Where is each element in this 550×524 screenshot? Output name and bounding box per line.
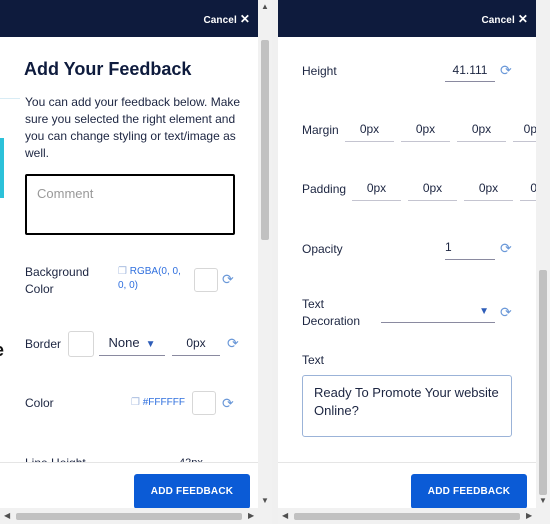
text-label: Text [302,353,325,367]
text-decoration-label: Text Decoration [302,296,360,330]
cancel-button[interactable]: Cancel ✕ [203,12,250,26]
background-color-label: Background Color [25,264,89,298]
text-decoration-label-line1: Text [302,297,325,311]
border-label: Border [25,337,62,351]
text-decoration-select[interactable]: ▼ [381,302,495,323]
padding-top-input[interactable]: 0px [352,180,401,201]
horizontal-scrollbar[interactable]: ◀ ▶ [0,508,272,524]
scroll-up-icon[interactable]: ▲ [261,2,269,11]
reset-icon[interactable]: ⟳ [500,62,512,79]
margin-right-input[interactable]: 0px [401,121,450,142]
scrollbar-thumb[interactable] [294,513,520,520]
scrollbar-thumb[interactable] [539,270,547,495]
scroll-left-icon[interactable]: ◀ [4,511,10,520]
padding-bottom-input[interactable]: 0px [464,180,513,201]
reset-icon[interactable]: ⟳ [227,335,239,352]
padding-label: Padding [302,182,347,196]
text-content-textarea[interactable]: Ready To Promote Your website Online? [302,375,512,437]
close-icon: ✕ [239,12,250,26]
footer: ADD FEEDBACK [278,462,536,509]
add-feedback-button[interactable]: ADD FEEDBACK [134,474,250,509]
background-accent [0,138,4,198]
background-color-text: RGBA(0, 0, 0, 0) [118,266,181,291]
background-line [0,98,20,99]
background-color-value[interactable]: ❐ RGBA(0, 0, 0, 0) [118,265,188,293]
vertical-scrollbar[interactable]: ▼ [536,0,550,508]
comment-textarea[interactable]: Comment [25,174,235,235]
color-label: Color [25,396,54,410]
background-color-label-line2: Color [25,282,54,296]
reset-icon[interactable]: ⟳ [500,304,512,321]
background-text-fragment: e [0,340,4,361]
comment-placeholder: Comment [37,186,94,201]
page-title: Add Your Feedback [24,59,192,79]
scrollbar-thumb[interactable] [261,40,269,240]
opacity-label: Opacity [302,242,343,256]
border-style-value: None [108,335,140,350]
cancel-label: Cancel [203,15,237,26]
color-value[interactable]: ❐ #FFFFFF [131,396,185,410]
copy-icon: ❐ [118,266,127,277]
color-swatch[interactable] [192,391,216,415]
border-style-select[interactable]: None ▼ [99,334,165,356]
border-color-swatch[interactable] [68,331,94,357]
scroll-down-icon[interactable]: ▼ [261,496,269,505]
cancel-button[interactable]: Cancel ✕ [481,12,528,26]
scroll-left-icon[interactable]: ◀ [282,511,288,520]
reset-icon[interactable]: ⟳ [500,240,512,257]
text-decoration-label-line2: Decoration [302,314,361,328]
close-icon: ✕ [517,12,528,26]
scrollbar-thumb[interactable] [16,513,242,520]
margin-bottom-input[interactable]: 0px [457,121,506,142]
description-text: You can add your feedback below. Make su… [25,95,241,160]
background-color-swatch[interactable] [194,268,218,292]
scroll-down-icon[interactable]: ▼ [539,496,547,505]
scroll-right-icon[interactable]: ▶ [526,511,532,520]
background-color-label-line1: Background [25,265,90,279]
cancel-label: Cancel [481,15,515,26]
margin-top-input[interactable]: 0px [345,121,394,142]
chevron-down-icon: ▼ [479,306,489,317]
header-bar: Cancel ✕ [278,0,550,37]
margin-left-input[interactable]: 0p [513,121,537,142]
scroll-right-icon[interactable]: ▶ [248,511,254,520]
color-text: #FFFFFF [142,397,185,408]
vertical-scrollbar[interactable]: ▲ ▼ [258,0,272,508]
add-feedback-button[interactable]: ADD FEEDBACK [411,474,527,509]
feedback-panel-left: Cancel✕ e Add Your Feedback You can add … [0,0,272,524]
margin-label: Margin [302,123,339,137]
copy-icon: ❐ [131,397,140,408]
reset-icon[interactable]: ⟳ [222,395,234,412]
chevron-down-icon: ▼ [145,339,156,350]
height-label: Height [302,64,337,78]
footer: ADD FEEDBACK [0,462,258,509]
border-width-input[interactable]: 0px [172,334,220,356]
horizontal-scrollbar[interactable]: ◀ ▶ [278,508,550,524]
header-bar: Cancel ✕ [0,0,272,37]
padding-right-input[interactable]: 0px [408,180,457,201]
reset-icon[interactable]: ⟳ [222,271,234,288]
height-input[interactable]: 41.111 [445,62,495,82]
padding-left-input[interactable]: 0 [520,180,537,201]
opacity-input[interactable]: 1 [445,239,495,260]
